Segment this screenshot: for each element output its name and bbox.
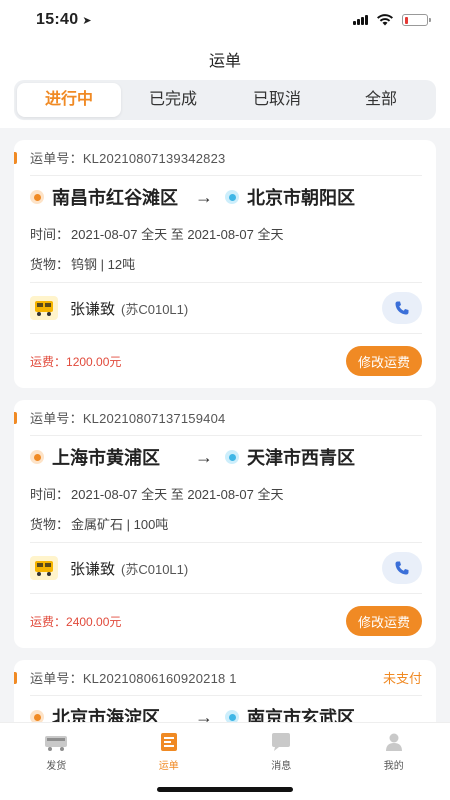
bottom-tab-bar: 发货 运单 消息 我的 xyxy=(0,722,450,800)
fee-row: 运费：2400.00元 修改运费 xyxy=(30,594,422,648)
goods-row: 货物： 金属矿石 | 100吨 xyxy=(30,508,422,538)
call-button[interactable] xyxy=(382,552,422,584)
order-number: 运单号：KL20210806160920218 1 xyxy=(30,671,237,686)
fee-amount: 运费：2400.00元 xyxy=(30,614,122,629)
tab-cancelled[interactable]: 已取消 xyxy=(225,83,329,117)
goods-row: 货物： 钨钢 | 12吨 xyxy=(30,248,422,278)
tab-in-progress[interactable]: 进行中 xyxy=(17,83,121,117)
route: 南昌市红谷滩区 → 北京市朝阳区 xyxy=(30,176,422,218)
tabbar-item-profile[interactable]: 我的 xyxy=(338,731,450,800)
call-button[interactable] xyxy=(382,292,422,324)
cellular-signal-icon xyxy=(353,15,368,25)
goods-info: 钨钢 | 12吨 xyxy=(71,256,136,272)
status-icons xyxy=(353,14,431,26)
tabbar-item-ship[interactable]: 发货 xyxy=(0,731,113,800)
goods-info: 金属矿石 | 100吨 xyxy=(71,516,169,532)
payment-status: 未支付 xyxy=(382,671,422,686)
tabbar-label: 我的 xyxy=(383,761,404,772)
order-number-row: 运单号：KL20210807139342823 xyxy=(30,140,422,176)
waybill-card[interactable]: 运单号：KL20210807139342823 南昌市红谷滩区 → 北京市朝阳区… xyxy=(14,140,436,388)
phone-icon xyxy=(395,301,409,315)
time-row: 时间： 2021-08-07 全天 至 2021-08-07 全天 xyxy=(30,478,422,508)
profile-icon xyxy=(382,731,406,753)
tabbar-label: 消息 xyxy=(271,761,292,772)
fee-amount: 运费：1200.00元 xyxy=(30,354,122,369)
time-range: 2021-08-07 全天 至 2021-08-07 全天 xyxy=(71,486,284,502)
arrow-right-icon: → xyxy=(195,186,213,207)
origin-city: 南昌市红谷滩区 xyxy=(52,188,178,208)
message-icon xyxy=(269,731,293,753)
destination-city: 天津市西青区 xyxy=(247,448,355,468)
arrow-right-icon: → xyxy=(195,446,213,467)
route: 上海市黄浦区 → 天津市西青区 xyxy=(30,436,422,478)
waybill-card[interactable]: 运单号：KL20210807137159404 上海市黄浦区 → 天津市西青区 … xyxy=(14,400,436,648)
battery-icon xyxy=(402,14,431,26)
plate-number: (苏C010L1) xyxy=(121,301,189,317)
driver-name: 张谦致 xyxy=(70,300,116,318)
driver-row: 张谦致 (苏C010L1) xyxy=(30,542,422,594)
plate-number: (苏C010L1) xyxy=(121,561,189,577)
driver-name: 张谦致 xyxy=(70,560,116,578)
destination-dot-icon xyxy=(225,190,239,204)
driver-row: 张谦致 (苏C010L1) xyxy=(30,282,422,334)
phone-icon xyxy=(395,561,409,575)
origin-dot-icon xyxy=(30,450,44,464)
wifi-icon xyxy=(377,14,393,26)
destination-city: 北京市朝阳区 xyxy=(247,188,355,208)
tab-completed[interactable]: 已完成 xyxy=(121,83,225,117)
order-number: 运单号：KL20210807137159404 xyxy=(30,411,226,426)
truck-icon xyxy=(30,556,58,580)
edit-fee-button[interactable]: 修改运费 xyxy=(345,346,422,376)
tab-all[interactable]: 全部 xyxy=(329,83,433,117)
origin-city: 上海市黄浦区 xyxy=(52,448,160,468)
fee-row: 运费：1200.00元 修改运费 xyxy=(30,334,422,388)
page-title: 运单 xyxy=(208,53,241,70)
location-arrow-icon: ➤ xyxy=(82,15,92,27)
time-range: 2021-08-07 全天 至 2021-08-07 全天 xyxy=(71,226,284,242)
order-number: 运单号：KL20210807139342823 xyxy=(30,151,226,166)
home-indicator xyxy=(157,787,293,792)
waybill-list: 运单号：KL20210807139342823 南昌市红谷滩区 → 北京市朝阳区… xyxy=(0,140,450,738)
origin-dot-icon xyxy=(30,190,44,204)
destination-dot-icon xyxy=(225,450,239,464)
truck-icon xyxy=(30,296,58,320)
tabbar-label: 发货 xyxy=(46,761,67,772)
waybill-icon xyxy=(157,731,181,753)
tabbar-label: 运单 xyxy=(158,761,179,772)
order-number-row: 运单号：KL20210807137159404 xyxy=(30,400,422,436)
status-bar: 15:40 ➤ xyxy=(0,0,450,40)
status-time: 15:40 ➤ xyxy=(36,11,92,29)
nav-bar: 运单 xyxy=(0,40,450,78)
clock-label: 15:40 xyxy=(36,11,79,28)
status-tabs: 进行中 已完成 已取消 全部 xyxy=(0,78,450,128)
truck-icon xyxy=(44,731,68,753)
time-row: 时间： 2021-08-07 全天 至 2021-08-07 全天 xyxy=(30,218,422,248)
order-number-row: 运单号：KL20210806160920218 1 未支付 xyxy=(30,660,422,696)
edit-fee-button[interactable]: 修改运费 xyxy=(345,606,422,636)
